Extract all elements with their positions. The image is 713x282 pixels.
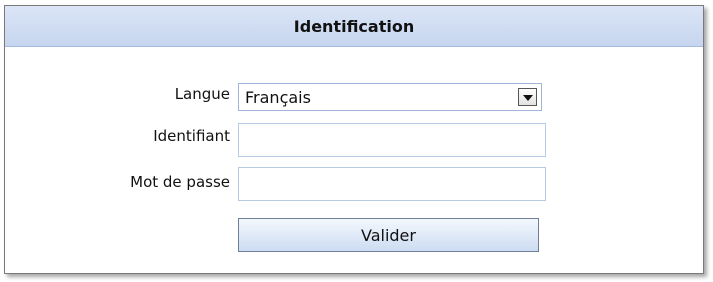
password-label: Mot de passe — [130, 173, 230, 191]
login-panel: Identification Langue Français Identifia… — [4, 5, 704, 274]
language-select[interactable]: Français — [238, 83, 542, 111]
password-input[interactable] — [238, 167, 546, 201]
chevron-down-icon — [523, 95, 533, 101]
panel-title: Identification — [5, 6, 703, 47]
username-label: Identifiant — [153, 127, 230, 145]
dropdown-button[interactable] — [518, 88, 537, 106]
language-label: Langue — [174, 85, 230, 103]
username-input[interactable] — [238, 123, 546, 157]
submit-button[interactable]: Valider — [238, 218, 539, 252]
language-select-value: Français — [245, 88, 311, 107]
